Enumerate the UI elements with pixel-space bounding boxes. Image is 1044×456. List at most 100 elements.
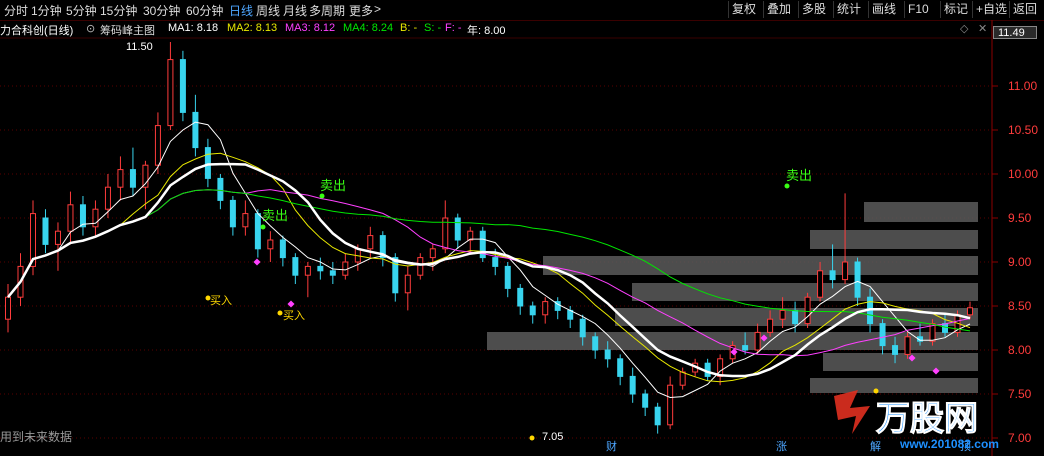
candle-body[interactable]: [117, 169, 124, 188]
candle-body[interactable]: [642, 393, 649, 408]
candle-body[interactable]: [679, 371, 686, 386]
price-tick-label: 10.00: [1008, 167, 1038, 181]
candle-body[interactable]: [92, 208, 99, 228]
candle-body[interactable]: [967, 307, 973, 316]
toolbar-button[interactable]: 标记: [940, 1, 971, 18]
candle-body[interactable]: [667, 384, 674, 426]
candle-body[interactable]: [742, 345, 749, 351]
chip-distribution-bar: [864, 202, 978, 222]
candle-body[interactable]: [317, 265, 324, 272]
event-marker: 财: [606, 439, 617, 453]
candle-body[interactable]: [542, 301, 549, 316]
period-tab[interactable]: 1分钟: [31, 2, 62, 19]
candle-body[interactable]: [617, 358, 624, 377]
period-tab[interactable]: 日线: [229, 2, 253, 19]
candle-body[interactable]: [54, 230, 61, 245]
candle-body[interactable]: [329, 270, 336, 276]
candle-body[interactable]: [829, 270, 836, 281]
candle-body[interactable]: [904, 336, 911, 355]
candle-body[interactable]: [654, 406, 661, 426]
sell-marker-icon: [784, 183, 790, 189]
toolbar-button[interactable]: 返回: [1009, 1, 1040, 18]
candle-body[interactable]: [392, 257, 399, 294]
candle-body[interactable]: [579, 318, 586, 338]
more-arrow-icon[interactable]: >: [374, 2, 381, 16]
period-tab[interactable]: 30分钟: [143, 2, 180, 19]
candle-body[interactable]: [79, 204, 86, 228]
last-price-tag: 11.49: [993, 26, 1037, 39]
candle-body[interactable]: [842, 261, 849, 281]
candle-body[interactable]: [242, 213, 249, 228]
candle-body[interactable]: [504, 265, 511, 289]
candle-body[interactable]: [817, 270, 824, 298]
event-marker: 涨: [776, 440, 787, 453]
watermark-url: www.201082.com: [899, 437, 999, 451]
candle-body[interactable]: [267, 239, 274, 250]
candle-body[interactable]: [429, 248, 436, 259]
candle-body[interactable]: [304, 265, 311, 276]
candle-body[interactable]: [792, 309, 799, 325]
candle-body[interactable]: [104, 186, 111, 210]
period-tab[interactable]: 多周期: [309, 2, 345, 19]
price-tick-label: 9.00: [1008, 255, 1032, 269]
candle-body[interactable]: [292, 257, 299, 276]
candle-body[interactable]: [67, 204, 74, 232]
candle-body[interactable]: [892, 345, 899, 355]
price-tick-label: 11.00: [1008, 79, 1037, 93]
candle-body[interactable]: [629, 375, 636, 395]
price-tick-label: 8.00: [1008, 343, 1032, 357]
candle-body[interactable]: [204, 147, 211, 179]
period-tab[interactable]: 15分钟: [100, 2, 137, 19]
candle-body[interactable]: [342, 261, 349, 276]
candle-body[interactable]: [217, 177, 224, 201]
period-tab[interactable]: 60分钟: [186, 2, 223, 19]
candle-body[interactable]: [5, 296, 11, 320]
candle-body[interactable]: [854, 261, 861, 298]
candle-body[interactable]: [404, 274, 411, 294]
candle-body[interactable]: [492, 257, 499, 267]
candle-body[interactable]: [767, 318, 774, 333]
high-price-label: 11.50: [126, 41, 153, 53]
candle-body[interactable]: [529, 305, 536, 316]
candle-body[interactable]: [254, 213, 261, 250]
candle-body[interactable]: [367, 235, 374, 250]
toolbar-button[interactable]: F10: [904, 1, 932, 18]
candle-body[interactable]: [154, 125, 161, 166]
candle-body[interactable]: [229, 199, 236, 228]
candle-body[interactable]: [279, 239, 286, 259]
toolbar-button[interactable]: 复权: [728, 1, 759, 18]
candle-body[interactable]: [167, 59, 174, 127]
buy-marker-icon: [277, 310, 283, 316]
toolbar-button[interactable]: 叠加: [763, 1, 794, 18]
candle-body[interactable]: [942, 323, 949, 333]
period-tab[interactable]: 分时: [4, 2, 28, 19]
watermark-logo: 万股网 www.201082.com: [834, 390, 999, 451]
toolbar-button[interactable]: 多股: [798, 1, 829, 18]
period-tab[interactable]: 周线: [256, 2, 280, 19]
period-tab[interactable]: 更多: [349, 2, 373, 19]
candle-body[interactable]: [417, 257, 424, 276]
candle-body[interactable]: [804, 296, 811, 325]
candle-body[interactable]: [754, 331, 761, 351]
sell-signal-label: 卖出: [262, 208, 288, 223]
price-tick-label: 9.50: [1008, 211, 1032, 225]
candle-body[interactable]: [779, 309, 786, 320]
candle-body[interactable]: [879, 323, 886, 347]
candle-body[interactable]: [704, 362, 711, 377]
price-tick-label: 8.50: [1008, 299, 1032, 313]
candle-body[interactable]: [179, 59, 186, 113]
period-tab[interactable]: 月线: [283, 2, 307, 19]
buy-signal-label: 买入: [283, 309, 305, 322]
period-tab[interactable]: 5分钟: [66, 2, 97, 19]
toolbar-button[interactable]: 统计: [833, 1, 864, 18]
toolbar-button[interactable]: +自选: [972, 1, 1010, 18]
sell-marker-icon: [260, 224, 266, 230]
candle-body[interactable]: [192, 111, 199, 149]
candle-body[interactable]: [129, 169, 136, 188]
candle-body[interactable]: [517, 287, 524, 307]
candle-body[interactable]: [42, 217, 49, 245]
toolbar-button[interactable]: 画线: [868, 1, 899, 18]
candle-body[interactable]: [454, 217, 461, 241]
candle-body[interactable]: [604, 349, 611, 360]
candle-body[interactable]: [592, 336, 599, 351]
